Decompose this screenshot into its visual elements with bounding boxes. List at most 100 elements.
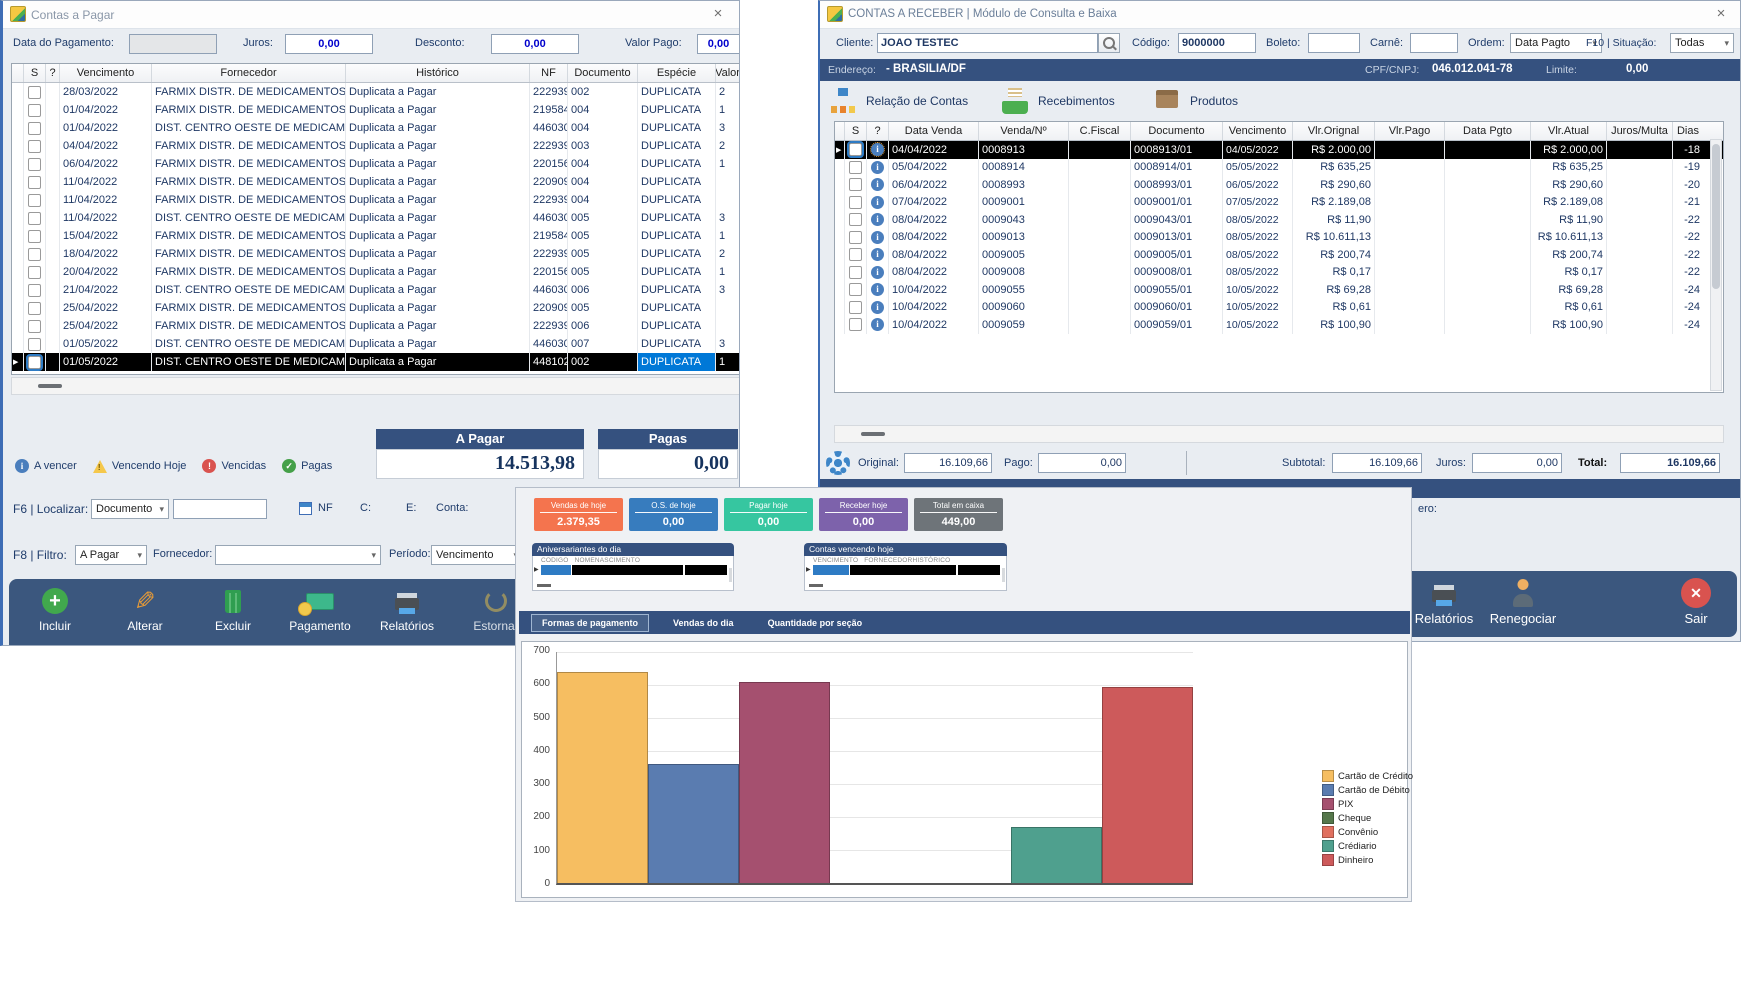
col-data-pgto[interactable]: Data Pgto <box>1445 122 1531 140</box>
col-documento[interactable]: Documento <box>568 64 638 82</box>
payable-row[interactable]: 21/04/2022 DIST. CENTRO OESTE DE MEDICAM… <box>12 281 739 299</box>
receivable-row[interactable]: 08/04/2022 0009008 0009008/01 08/05/2022… <box>835 264 1723 282</box>
receivable-row[interactable]: 08/04/2022 0009013 0009013/01 08/05/2022… <box>835 229 1723 247</box>
toolbar-button[interactable]: Relatórios <box>371 585 443 633</box>
col-vencimento[interactable]: Vencimento <box>1223 122 1293 140</box>
row-info-icon[interactable] <box>867 176 889 194</box>
row-checkbox[interactable] <box>845 211 867 229</box>
row-checkbox[interactable] <box>24 281 46 299</box>
toolbar-button[interactable]: Pagamento <box>284 585 356 633</box>
col-vlr-pago[interactable]: Vlr.Pago <box>1375 122 1445 140</box>
row-checkbox[interactable] <box>24 119 46 137</box>
receivable-row[interactable]: 05/04/2022 0008914 0008914/01 05/05/2022… <box>835 159 1723 177</box>
col-nf[interactable]: NF <box>530 64 568 82</box>
cliente-field[interactable] <box>877 33 1098 53</box>
payables-table[interactable]: S ? Vencimento Fornecedor Histórico NF D… <box>11 63 740 375</box>
receivable-row[interactable]: 10/04/2022 0009060 0009060/01 10/05/2022… <box>835 299 1723 317</box>
desconto-field[interactable] <box>491 34 579 54</box>
horizontal-scrollbar[interactable] <box>834 425 1724 443</box>
periodo-select[interactable]: Vencimento <box>431 545 523 565</box>
col-s[interactable]: S <box>24 64 46 82</box>
filtro-select[interactable]: A Pagar <box>75 545 147 565</box>
col-venda-no[interactable]: Venda/Nº <box>979 122 1069 140</box>
toolbar-button[interactable]: Incluir <box>19 585 91 633</box>
col-dias[interactable]: Dias <box>1673 122 1703 140</box>
chart-tab[interactable]: Quantidade por seção <box>758 615 873 631</box>
payable-row[interactable]: 11/04/2022 DIST. CENTRO OESTE DE MEDICAM… <box>12 209 739 227</box>
juros-field[interactable] <box>1472 453 1562 473</box>
row-checkbox[interactable] <box>845 246 867 264</box>
payable-row[interactable]: 01/04/2022 DIST. CENTRO OESTE DE MEDICAM… <box>12 119 739 137</box>
col-valor[interactable]: Valor <box>716 64 739 82</box>
toolbar-button[interactable]: Sair <box>1660 577 1732 626</box>
close-icon[interactable]: × <box>1712 5 1730 23</box>
birthdays-grid[interactable]: CODIGONOMENASCIMENTO <box>532 556 734 591</box>
payable-row[interactable]: 11/04/2022 FARMIX DISTR. DE MEDICAMENTOS… <box>12 191 739 209</box>
chart-tab[interactable]: Formas de pagamento <box>531 614 649 632</box>
row-checkbox[interactable] <box>845 264 867 282</box>
row-checkbox[interactable] <box>24 263 46 281</box>
row-checkbox[interactable] <box>845 194 867 212</box>
payable-row[interactable]: 15/04/2022 FARMIX DISTR. DE MEDICAMENTOS… <box>12 227 739 245</box>
row-checkbox[interactable] <box>24 299 46 317</box>
original-field[interactable] <box>904 453 992 473</box>
col-vlr-original[interactable]: Vlr.Orignal <box>1293 122 1375 140</box>
payable-row[interactable]: 01/05/2022 DIST. CENTRO OESTE DE MEDICAM… <box>12 353 739 371</box>
payable-row[interactable]: 06/04/2022 FARMIX DISTR. DE MEDICAMENTOS… <box>12 155 739 173</box>
chart-tab[interactable]: Vendas do dia <box>663 615 744 631</box>
col-q[interactable]: ? <box>867 122 889 140</box>
action-button[interactable]: Recebimentos <box>1000 86 1115 116</box>
row-checkbox[interactable] <box>24 209 46 227</box>
row-info-icon[interactable] <box>867 246 889 264</box>
row-checkbox[interactable] <box>845 299 867 317</box>
row-info-icon[interactable] <box>867 194 889 212</box>
row-checkbox[interactable] <box>845 141 867 159</box>
fornecedor-select[interactable] <box>215 545 381 565</box>
due-today-grid[interactable]: VENCIMENTOFORNECEDORHISTÓRICO <box>804 556 1007 591</box>
row-checkbox[interactable] <box>24 101 46 119</box>
row-info-icon[interactable] <box>867 211 889 229</box>
row-info-icon[interactable] <box>867 159 889 177</box>
row-info-icon[interactable] <box>867 141 889 159</box>
payable-row[interactable]: 11/04/2022 FARMIX DISTR. DE MEDICAMENTOS… <box>12 173 739 191</box>
data-pagamento-field[interactable] <box>129 34 217 54</box>
row-checkbox[interactable] <box>24 137 46 155</box>
row-info-icon[interactable] <box>867 299 889 317</box>
situacao-select[interactable]: Todas <box>1670 33 1734 53</box>
mini-vscrollbar[interactable] <box>1002 568 1005 582</box>
mini-scroll-thumb[interactable] <box>809 584 823 587</box>
horizontal-scrollbar[interactable] <box>11 377 740 395</box>
row-checkbox[interactable] <box>845 159 867 177</box>
payable-row[interactable]: 20/04/2022 FARMIX DISTR. DE MEDICAMENTOS… <box>12 263 739 281</box>
receivable-row[interactable]: 10/04/2022 0009055 0009055/01 10/05/2022… <box>835 281 1723 299</box>
col-q[interactable]: ? <box>46 64 60 82</box>
row-checkbox[interactable] <box>845 281 867 299</box>
receivable-row[interactable]: 08/04/2022 0009005 0009005/01 08/05/2022… <box>835 246 1723 264</box>
col-vlr-atual[interactable]: Vlr.Atual <box>1531 122 1607 140</box>
receivable-row[interactable]: 07/04/2022 0009001 0009001/01 07/05/2022… <box>835 194 1723 212</box>
localizar-field-select[interactable]: Documento <box>91 499 169 519</box>
col-data-venda[interactable]: Data Venda <box>889 122 979 140</box>
boleto-field[interactable] <box>1308 33 1360 53</box>
col-documento[interactable]: Documento <box>1131 122 1223 140</box>
pago-field[interactable] <box>1038 453 1126 473</box>
search-button[interactable] <box>1098 33 1120 53</box>
valor-pago-field[interactable] <box>697 34 740 54</box>
col-s[interactable]: S <box>845 122 867 140</box>
carne-field[interactable] <box>1410 33 1458 53</box>
titlebar[interactable]: CONTAS A RECEBER | Módulo de Consulta e … <box>820 1 1740 29</box>
row-checkbox[interactable] <box>24 317 46 335</box>
payable-row[interactable]: 01/04/2022 FARMIX DISTR. DE MEDICAMENTOS… <box>12 101 739 119</box>
juros-field[interactable] <box>285 34 373 54</box>
action-button[interactable]: Relação de Contas <box>828 86 968 116</box>
row-info-icon[interactable] <box>867 264 889 282</box>
row-info-icon[interactable] <box>867 229 889 247</box>
payable-row[interactable]: 25/04/2022 FARMIX DISTR. DE MEDICAMENTOS… <box>12 317 739 335</box>
payable-row[interactable]: 28/03/2022 FARMIX DISTR. DE MEDICAMENTOS… <box>12 83 739 101</box>
toolbar-button[interactable]: Relatórios <box>1408 577 1480 626</box>
nf-icon[interactable] <box>299 502 312 515</box>
row-checkbox[interactable] <box>24 245 46 263</box>
payable-row[interactable]: 18/04/2022 FARMIX DISTR. DE MEDICAMENTOS… <box>12 245 739 263</box>
toolbar-button[interactable]: Renegociar <box>1487 577 1559 626</box>
row-checkbox[interactable] <box>24 353 46 371</box>
